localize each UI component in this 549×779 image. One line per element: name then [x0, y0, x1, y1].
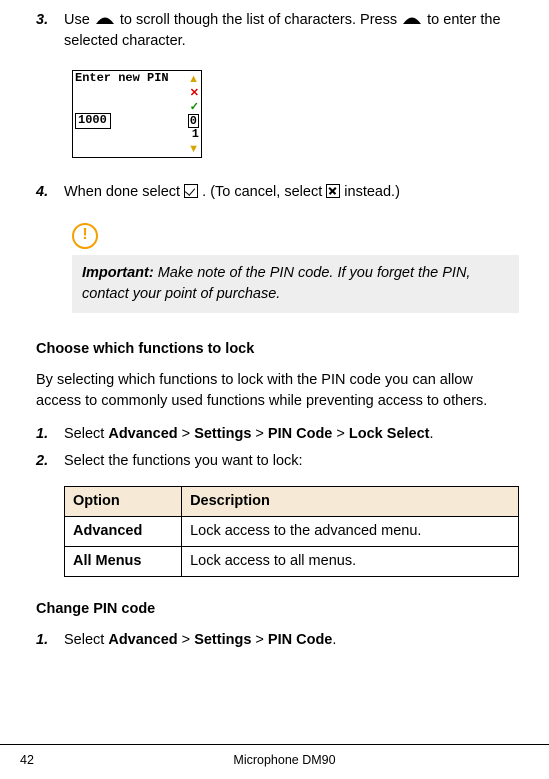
confirm-icon: ✓ [190, 101, 199, 113]
check-icon [184, 184, 198, 198]
step3-text: Use to scroll though the list of charact… [64, 10, 519, 52]
arrow-up-icon: ▲ [188, 73, 199, 85]
page-number: 42 [0, 751, 80, 769]
choose-step1: Select Advanced > Settings > PIN Code > … [64, 424, 519, 445]
section-heading-change: Change PIN code [36, 599, 519, 620]
step-number: 4. [36, 182, 64, 203]
step4-text: When done select . (To cancel, select in… [64, 182, 519, 203]
choose-paragraph: By selecting which functions to lock wit… [36, 370, 519, 412]
step-number: 1. [36, 424, 64, 445]
cancel-icon: ✕ [190, 87, 199, 99]
pin-screen-title: Enter new PIN [75, 72, 169, 85]
important-note: Important: Make note of the PIN code. If… [72, 255, 519, 313]
step-number: 1. [36, 630, 64, 651]
pin-entry-screen: Enter new PIN ▲ ✕ ✓ 1000 0 1 ▼ [72, 70, 202, 158]
joystick-icon [94, 15, 116, 25]
page-footer: 42 Microphone DM90 [0, 744, 549, 769]
pin-next-digit: 1 [192, 128, 199, 141]
arrow-down-icon: ▼ [188, 143, 199, 155]
step-number: 2. [36, 451, 64, 472]
footer-title: Microphone DM90 [80, 751, 489, 769]
table-row: Advanced Lock access to the advanced men… [65, 517, 519, 547]
step-number: 3. [36, 10, 64, 52]
alert-icon: ! [72, 223, 98, 249]
choose-step2: Select the functions you want to lock: [64, 451, 519, 472]
section-heading-choose: Choose which functions to lock [36, 339, 519, 360]
pin-value: 1000 [75, 113, 111, 128]
change-step1: Select Advanced > Settings > PIN Code. [64, 630, 519, 651]
joystick-icon [401, 15, 423, 25]
pin-selected-digit: 0 [188, 114, 199, 128]
cross-icon [326, 184, 340, 198]
table-header-description: Description [182, 487, 519, 517]
table-header-option: Option [65, 487, 182, 517]
table-row: All Menus Lock access to all menus. [65, 547, 519, 577]
options-table: Option Description Advanced Lock access … [64, 486, 519, 577]
